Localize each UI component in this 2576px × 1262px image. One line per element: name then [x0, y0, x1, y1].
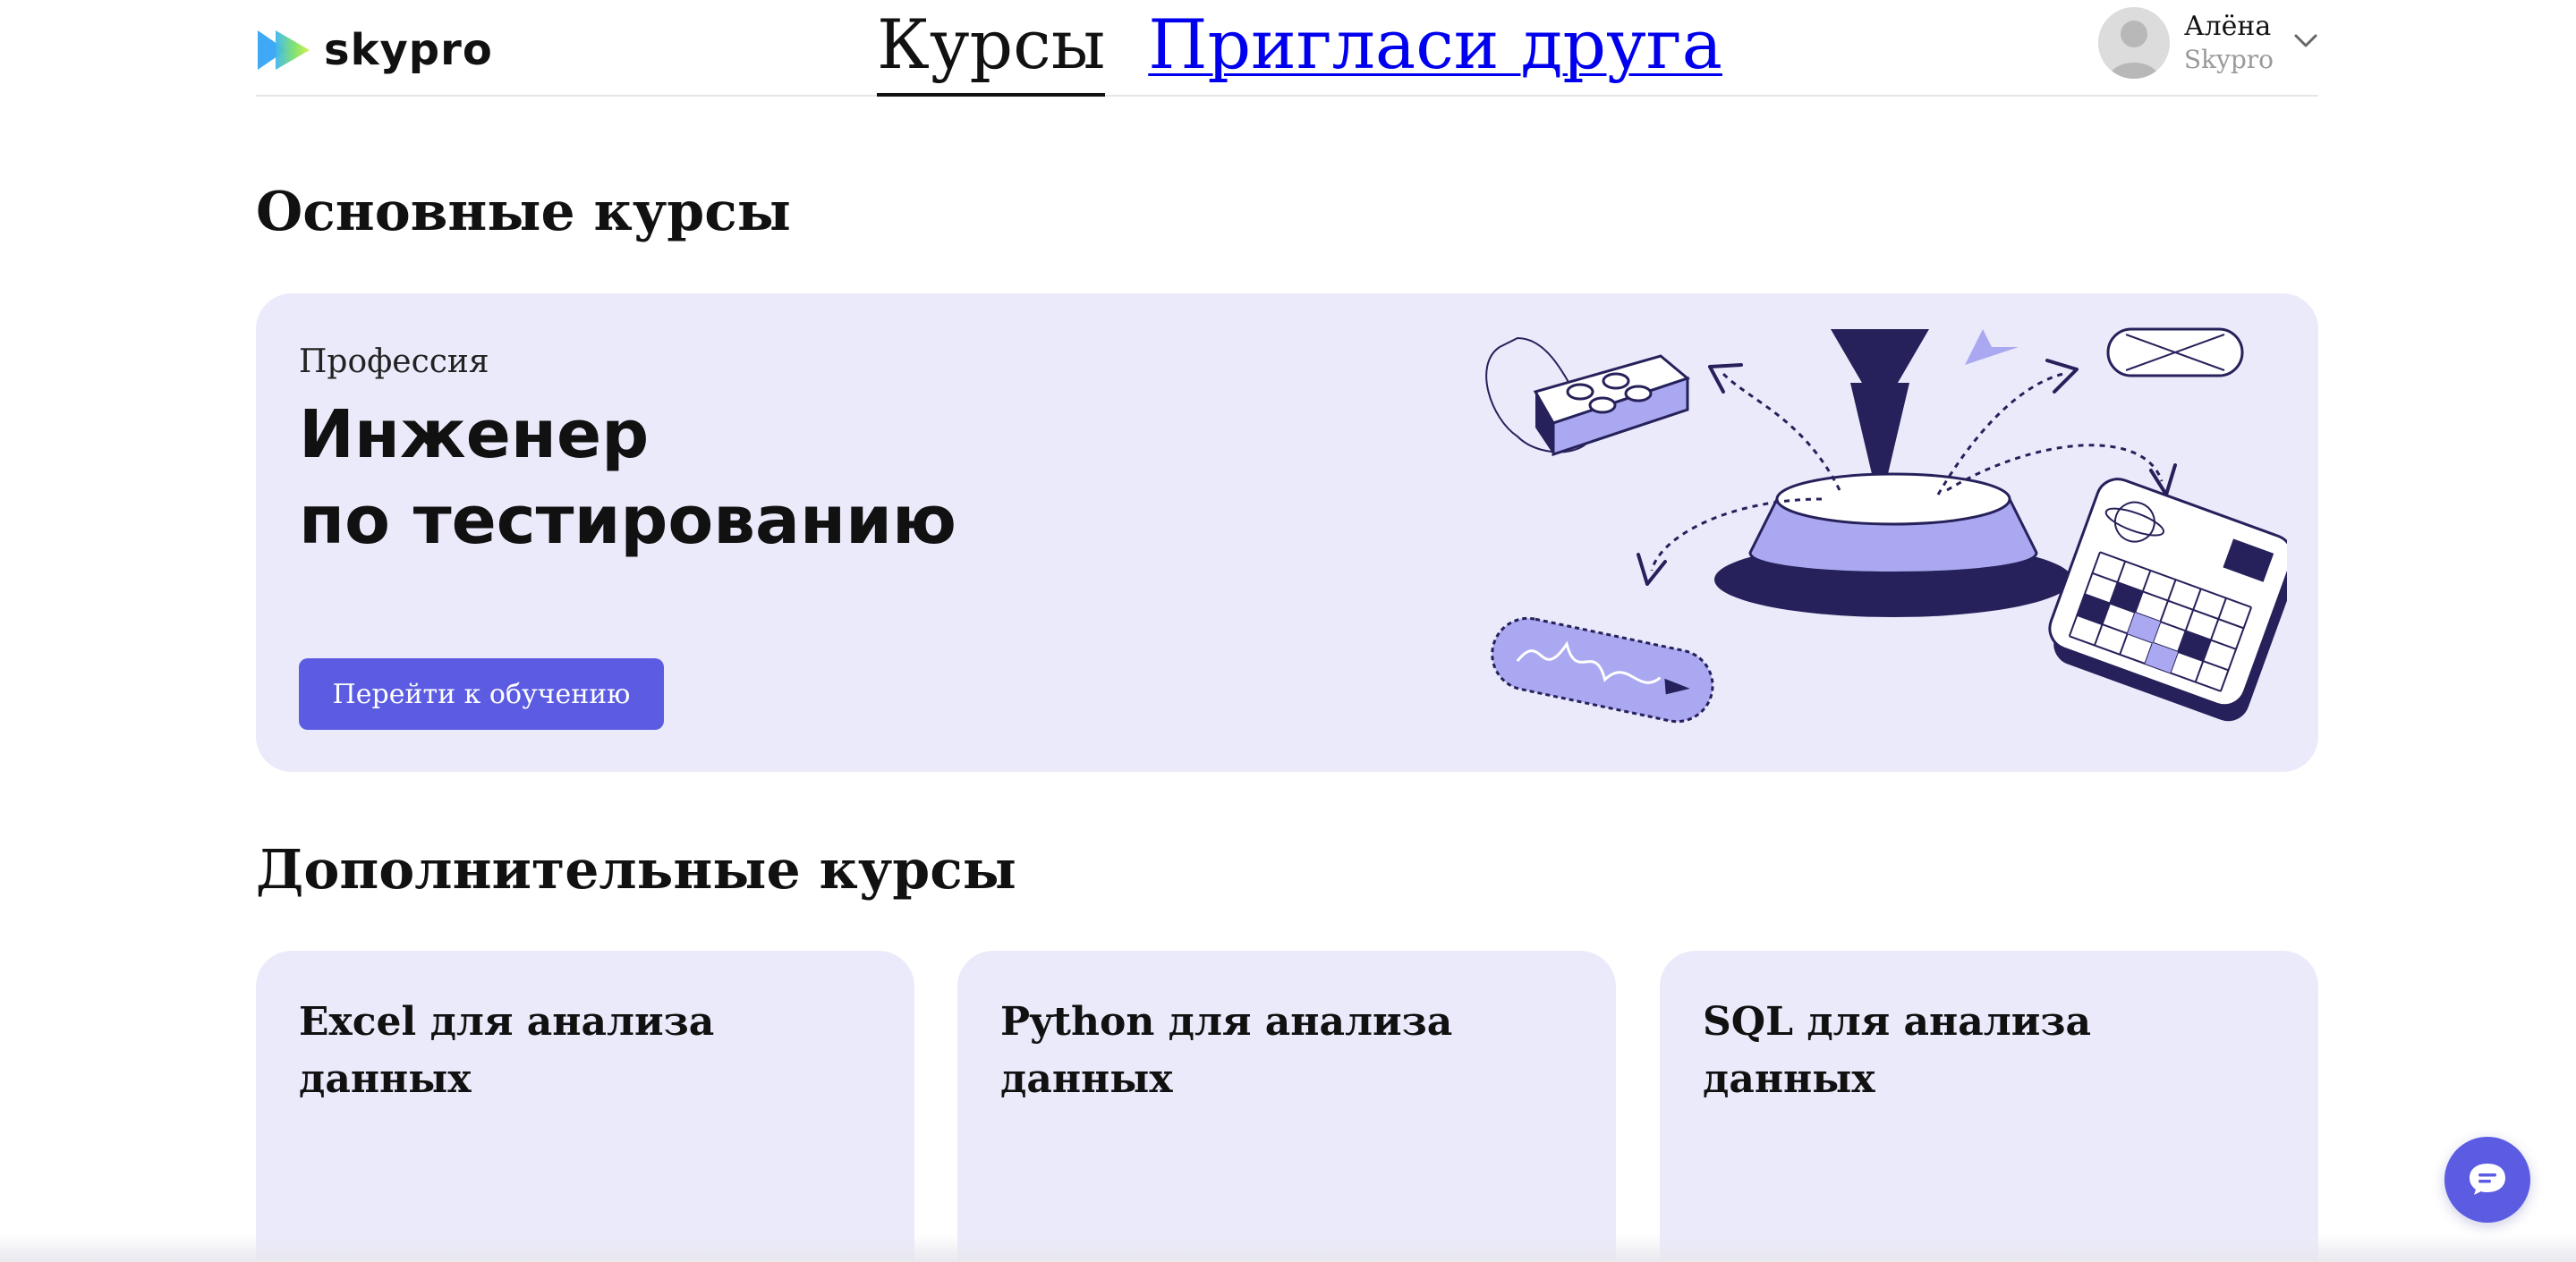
course-card-excel[interactable]: Excel для анализа данных [256, 951, 914, 1262]
nav-invite-friend[interactable]: Пригласи друга [1148, 0, 1722, 97]
nav-courses[interactable]: Курсы [877, 0, 1106, 97]
chevron-down-icon[interactable] [2293, 33, 2318, 53]
logo[interactable]: skypro [256, 25, 493, 75]
page: skypro Курсы Пригласи друга Алёна Skypro [0, 0, 2576, 1262]
extra-courses-list: Excel для анализа данных Python для анал… [256, 951, 2318, 1262]
user-name: Алёна [2183, 11, 2272, 42]
course-card-title: Excel для анализа данных [299, 999, 715, 1102]
bottom-shade [0, 1234, 2576, 1262]
course-card-sql[interactable]: SQL для анализа данных [1660, 951, 2318, 1262]
hero-course-card: Профессия Инженер по тестированию Перейт… [256, 293, 2318, 772]
extra-courses-title: Дополнительные курсы [256, 839, 1016, 902]
main-courses-title: Основные курсы [256, 181, 791, 243]
logo-play-icon [256, 29, 311, 72]
chat-button[interactable] [2444, 1137, 2530, 1223]
course-card-title: Python для анализа данных [1000, 999, 1453, 1102]
main-nav: Курсы Пригласи друга [877, 0, 1722, 97]
chat-icon [2467, 1161, 2508, 1199]
header: skypro Курсы Пригласи друга Алёна Skypro [256, 0, 2318, 97]
user-menu[interactable]: Алёна Skypro [2097, 7, 2318, 79]
user-org: Skypro [2183, 45, 2274, 74]
hero-title-line2: по тестированию [299, 482, 956, 559]
avatar-icon [2097, 7, 2170, 79]
testing-illustration [1482, 311, 2297, 758]
hero-title-line1: Инженер [299, 396, 650, 473]
user-text: Алёна Skypro [2184, 10, 2274, 76]
hero-kicker: Профессия [299, 343, 489, 380]
hero-title: Инженер по тестированию [299, 392, 1194, 563]
go-to-learning-button[interactable]: Перейти к обучению [299, 658, 664, 730]
course-card-title: SQL для анализа данных [1703, 999, 2092, 1102]
logo-text: skypro [324, 25, 493, 75]
course-card-python[interactable]: Python для анализа данных [957, 951, 1616, 1262]
lego-brick-illustration [1485, 336, 1691, 457]
